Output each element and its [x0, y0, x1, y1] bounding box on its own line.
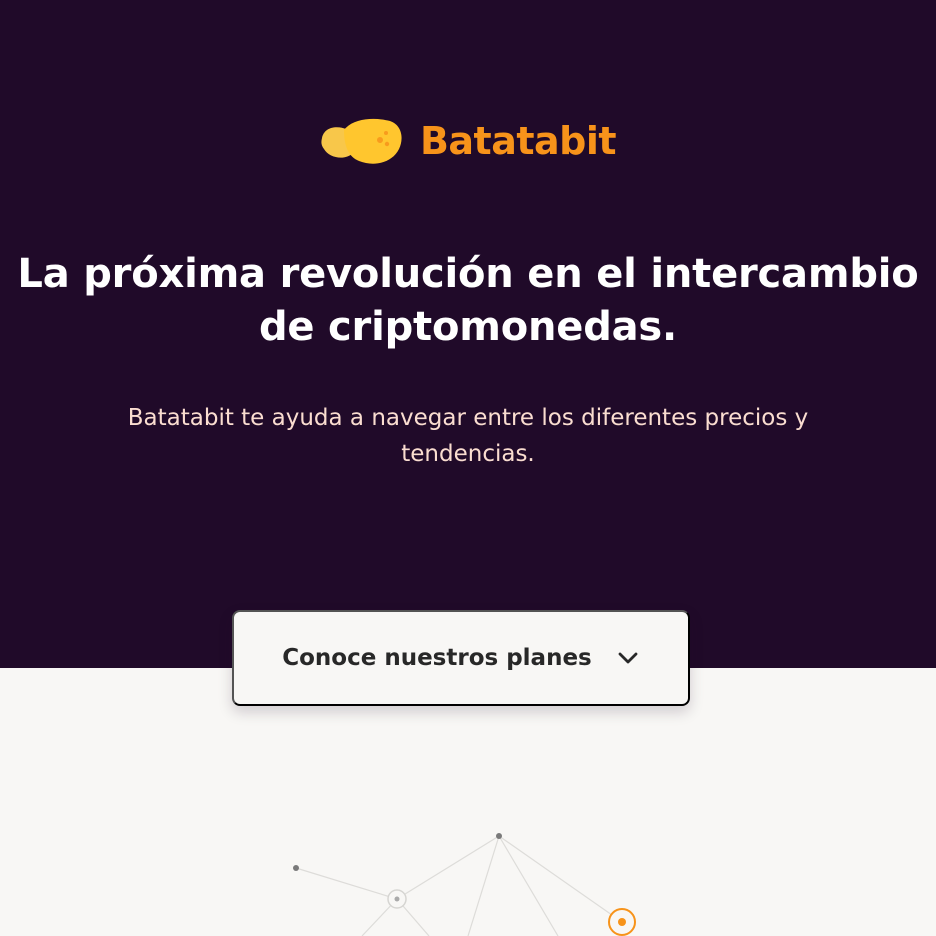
brand-logo: Batatabit [0, 112, 936, 172]
network-highlight-dot [618, 918, 626, 926]
network-node [496, 833, 502, 839]
plans-dropdown-button[interactable]: Conoce nuestros planes [232, 610, 690, 706]
page-title: La próxima revolución en el intercambio … [17, 251, 919, 350]
landing-page: Batatabit La próxima revolución en el in… [0, 0, 936, 936]
chevron-down-icon [618, 652, 638, 664]
network-node [394, 896, 400, 902]
plans-button-label: Conoce nuestros planes [282, 645, 592, 671]
network-illustration [293, 833, 636, 936]
brand-name: Batatabit [419, 119, 617, 163]
network-node [293, 865, 299, 871]
hero-subtitle: Batatabit te ayuda a navegar entre los d… [127, 405, 809, 467]
batatabit-logo-icon [321, 118, 402, 164]
hero-section: Batatabit La próxima revolución en el in… [0, 0, 936, 668]
